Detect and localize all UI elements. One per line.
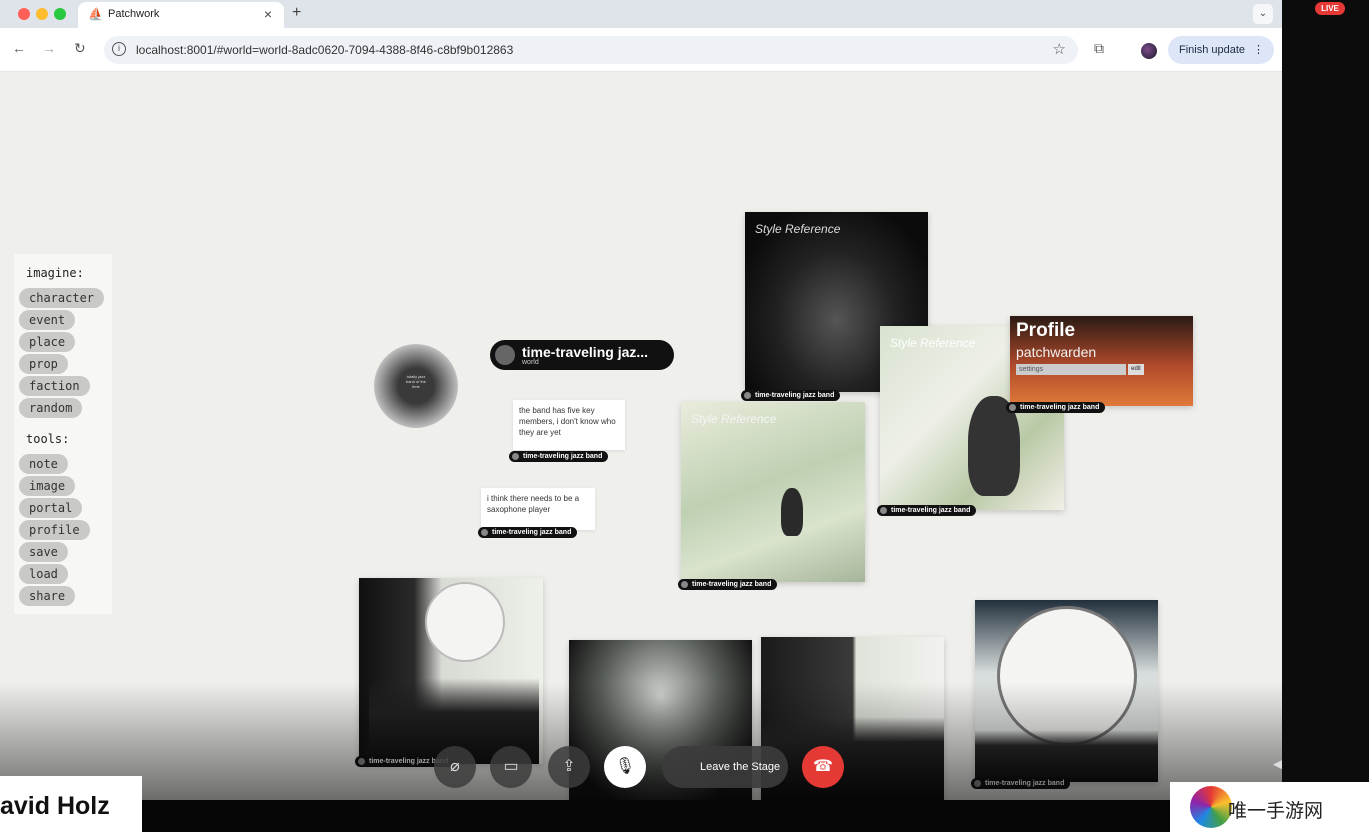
new-tab-button[interactable]: + [292,4,301,22]
microphone-icon[interactable]: 🎙 [604,746,646,788]
close-window-button[interactable] [18,8,30,20]
tools-heading: tools: [26,432,70,446]
world-title-pill[interactable]: time-traveling jaz... world [490,340,674,370]
tab-search-button[interactable]: ⌄ [1253,4,1273,24]
imagine-heading: imagine: [26,266,84,280]
mute-mic-button[interactable]: ⌀ [434,746,476,788]
watermark-text: 唯一手游网 [1228,801,1324,822]
profile-heading: Profile [1016,320,1076,341]
note-text: i think there needs to be a saxophone pl… [487,494,580,514]
watermark: 唯一手游网 [1170,782,1369,832]
tab-title: Patchwork [108,8,160,20]
forward-arrow-icon[interactable]: → [42,40,56,56]
url-text: localhost:8001/#world=world-8adc0620-709… [136,43,514,57]
note-text: the band has five key members, i don't k… [519,406,616,437]
tab-patchwork[interactable]: ⛵ Patchwork × [78,2,284,28]
imagine-random-button[interactable]: random [19,398,83,418]
style-reference-label: Style Reference [691,412,777,426]
cat-silhouette [781,488,803,536]
style-reference-image[interactable]: Style Reference [681,402,865,582]
profile-card[interactable]: Profile patchwarden settings edit [1010,316,1193,406]
finish-update-button[interactable]: Finish update ⋮ [1168,36,1274,64]
hang-up-button[interactable]: ☎ [802,746,844,788]
address-bar[interactable]: i localhost:8001/#world=world-8adc0620-7… [104,36,1078,64]
clock-face [425,582,505,662]
imagine-faction-button[interactable]: faction [19,376,90,396]
tab-close-icon[interactable]: × [264,6,272,22]
portal-thumbnail-text: totally jazz band of the time [405,374,427,389]
style-reference-label: Style Reference [890,336,976,350]
leave-stage-button[interactable]: Leave the Stage [662,746,788,788]
world-avatar-icon [495,345,515,365]
tool-profile-button[interactable]: profile [19,520,90,540]
screen: ⛵ Patchwork × + ⌄ ← → ↻ i localhost:8001… [0,0,1369,832]
share-screen-button[interactable]: ⇪ [548,746,590,788]
imagine-event-button[interactable]: event [19,310,76,330]
maximize-window-button[interactable] [54,8,66,20]
profile-input[interactable]: settings [1016,364,1126,375]
site-info-icon[interactable]: i [112,42,126,56]
browser-window: ⛵ Patchwork × + ⌄ ← → ↻ i localhost:8001… [0,0,1282,800]
camera-off-button[interactable]: ▭ [490,746,532,788]
puzzle-icon[interactable]: ⧉ [1094,40,1104,57]
bottom-band [0,800,1369,832]
portal-thumbnail[interactable]: totally jazz band of the time [374,344,458,428]
profile-caption: time-traveling jazz band [1006,402,1106,413]
image-caption: time-traveling jazz band [877,505,977,516]
note-caption: time-traveling jazz band [478,527,578,538]
leave-stage-label: Leave the Stage [700,761,781,773]
back-arrow-icon[interactable]: ← [12,40,26,56]
imagine-place-button[interactable]: place [19,332,76,352]
reload-icon[interactable]: ↻ [74,40,86,57]
tab-strip: ⛵ Patchwork × + ⌄ [0,0,1282,28]
finish-update-label: Finish update [1179,44,1246,56]
patchwork-favicon-icon: ⛵ [88,7,103,21]
tool-note-button[interactable]: note [19,454,68,474]
note-caption: time-traveling jazz band [509,451,609,462]
tool-save-button[interactable]: save [19,542,68,562]
tool-load-button[interactable]: load [19,564,68,584]
profile-avatar[interactable] [1141,43,1157,59]
tools-panel: imagine: character event place prop fact… [14,254,112,614]
tool-share-button[interactable]: share [19,586,76,606]
image-caption: time-traveling jazz band [741,390,841,401]
imagine-character-button[interactable]: character [19,288,105,308]
minimize-window-button[interactable] [36,8,48,20]
browser-toolbar: ← → ↻ i localhost:8001/#world=world-8adc… [0,28,1282,72]
tool-image-button[interactable]: image [19,476,76,496]
profile-edit-button[interactable]: edit [1128,364,1144,375]
image-caption: time-traveling jazz band [678,579,778,590]
controls-shade [0,682,1282,800]
tool-portal-button[interactable]: portal [19,498,83,518]
presenter-name: avid Holz [0,792,110,820]
profile-name: patchwarden [1016,344,1097,360]
imagine-prop-button[interactable]: prop [19,354,68,374]
bookmark-star-icon[interactable]: ☆ [1053,40,1066,58]
world-subtitle: world [522,359,539,366]
watermark-star-icon [1190,786,1232,828]
note-card[interactable]: the band has five key members, i don't k… [513,400,625,450]
presenter-name-tag: avid Holz [0,776,142,832]
more-menu-icon[interactable]: ⋮ [1253,36,1264,64]
stream-sidebar [1282,0,1369,800]
note-card[interactable]: i think there needs to be a saxophone pl… [481,488,595,530]
style-reference-label: Style Reference [755,222,841,236]
world-title: time-traveling jaz... [522,344,649,360]
live-badge: LIVE [1315,2,1345,15]
